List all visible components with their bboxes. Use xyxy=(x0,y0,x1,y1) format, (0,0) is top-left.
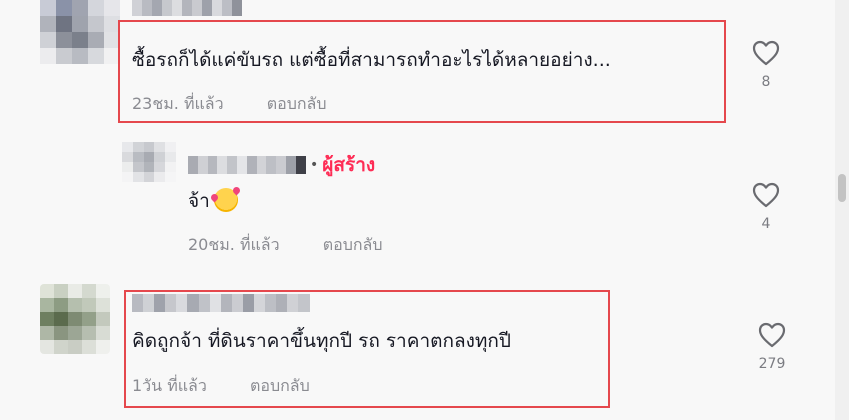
like-button[interactable]: 8 xyxy=(746,40,786,90)
username[interactable] xyxy=(188,156,306,174)
avatar[interactable] xyxy=(122,142,176,182)
comment-meta: 20ชม. ที่แล้ว ตอบกลับ xyxy=(188,233,383,258)
creator-badge: ผู้สร้าง xyxy=(322,154,376,176)
scrollbar-thumb[interactable] xyxy=(838,174,846,202)
author-row: • ผู้สร้าง xyxy=(188,153,375,177)
smiling-face-with-hearts-icon xyxy=(213,188,238,212)
reply-button[interactable]: ตอบกลับ xyxy=(323,235,383,254)
like-count: 8 xyxy=(761,74,771,90)
like-button[interactable]: 4 xyxy=(746,182,786,232)
avatar[interactable] xyxy=(40,0,120,64)
timestamp: 1วัน ที่แล้ว xyxy=(132,376,207,395)
heart-outline-icon[interactable] xyxy=(758,322,786,348)
timestamp: 23ชม. ที่แล้ว xyxy=(132,94,224,113)
comment-text: ซื้อรถก็ได้แค่ขับรถ แต่ซื้อที่สามารถทำอะ… xyxy=(132,49,611,71)
like-count: 4 xyxy=(761,216,771,232)
like-button[interactable]: 279 xyxy=(752,322,792,372)
separator-dot: • xyxy=(310,157,319,173)
reply-button[interactable]: ตอบกลับ xyxy=(267,94,327,113)
avatar[interactable] xyxy=(40,284,110,354)
comment-meta: 23ชม. ที่แล้ว ตอบกลับ xyxy=(132,92,327,117)
comment-text-content: จ้า xyxy=(188,190,210,212)
timestamp: 20ชม. ที่แล้ว xyxy=(188,235,280,254)
comment-text: จ้า xyxy=(188,188,238,213)
comment-meta: 1วัน ที่แล้ว ตอบกลับ xyxy=(132,374,310,399)
username[interactable] xyxy=(132,0,242,16)
scrollbar[interactable] xyxy=(835,0,849,420)
heart-outline-icon[interactable] xyxy=(752,40,780,66)
like-count: 279 xyxy=(758,356,786,372)
heart-outline-icon[interactable] xyxy=(752,182,780,208)
comment-text: คิดถูกจ้า ที่ดินราคาขึ้นทุกปี รถ ราคาตกล… xyxy=(132,330,511,352)
reply-button[interactable]: ตอบกลับ xyxy=(250,376,310,395)
